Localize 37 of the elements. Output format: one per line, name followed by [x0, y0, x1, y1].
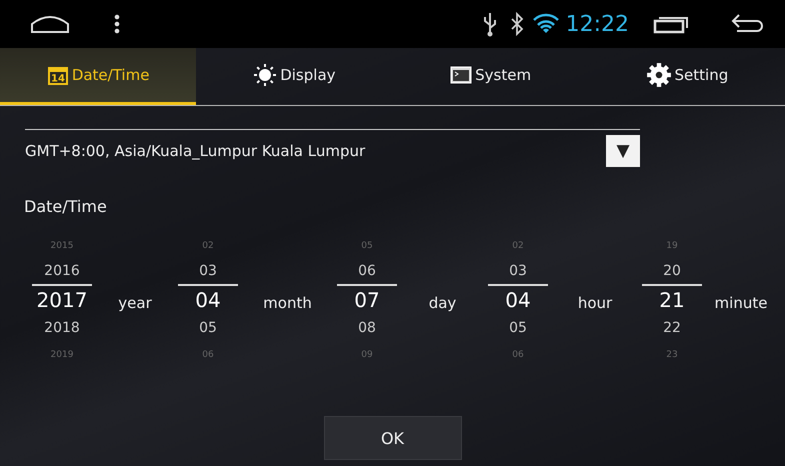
selected-value[interactable]: 21 [659, 286, 685, 314]
usb-icon [482, 11, 498, 37]
terminal-icon [450, 66, 472, 84]
tab[interactable]: Display [196, 48, 392, 105]
picker-value[interactable]: 2018 [44, 314, 80, 342]
menu-icon[interactable] [114, 14, 120, 34]
tab[interactable]: System [392, 48, 589, 105]
picker-value[interactable]: 08 [358, 314, 376, 342]
wifi-icon [532, 13, 560, 35]
status-time: 12:22 [566, 12, 629, 36]
picker-value[interactable]: 22 [663, 314, 681, 342]
settings-icon [646, 62, 672, 88]
selected-value[interactable]: 04 [505, 286, 531, 314]
selected-value[interactable]: 2017 [36, 286, 88, 314]
back-icon[interactable] [731, 14, 763, 34]
unit-label: day [428, 294, 456, 312]
picker-value[interactable]: 03 [509, 258, 527, 284]
unit-label: hour [578, 294, 612, 312]
picker-value[interactable]: 06 [358, 258, 376, 284]
sun-icon [253, 63, 278, 87]
unit-label: month [263, 294, 312, 312]
section-label: Date/Time [24, 197, 108, 216]
unit-label: year [118, 294, 152, 312]
picker-value[interactable]: 03 [199, 258, 217, 284]
tab[interactable]: Setting [588, 48, 785, 105]
picker-value[interactable]: 05 [509, 314, 527, 342]
picker-value[interactable]: 05 [199, 314, 217, 342]
tab[interactable]: 14 Date/Time [0, 48, 196, 105]
ok-button[interactable]: OK [324, 416, 462, 460]
unit-label: minute [714, 294, 768, 312]
selected-value[interactable]: 07 [354, 286, 380, 314]
selected-value[interactable]: 04 [195, 286, 221, 314]
bluetooth-icon [510, 12, 524, 36]
picker-value[interactable]: 20 [663, 258, 681, 284]
timezone-value[interactable]: GMT+8:00, Asia/Kuala_Lumpur Kuala Lumpur [25, 142, 366, 160]
picker-value[interactable]: 2016 [44, 258, 80, 284]
calendar-icon: 14 [46, 64, 69, 86]
